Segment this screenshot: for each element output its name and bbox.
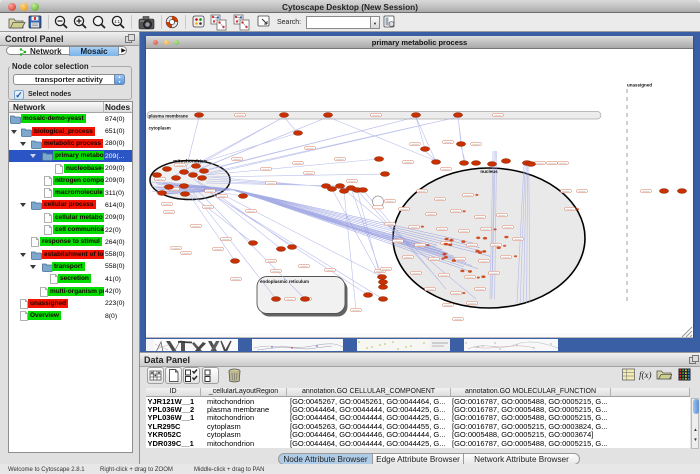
svg-text:plasma membrane: plasma membrane [149,114,189,119]
svg-text:cytoplasm: cytoplasm [149,126,171,131]
svg-text:unassigned: unassigned [627,83,652,88]
svg-text:endoplasmic reticulum: endoplasmic reticulum [260,279,309,284]
svg-text:nucleus: nucleus [480,169,498,174]
svg-text:mitochondrion: mitochondrion [173,159,207,165]
svg-text:1:1: 1:1 [114,19,120,24]
svg-text:f(x): f(x) [639,370,652,380]
